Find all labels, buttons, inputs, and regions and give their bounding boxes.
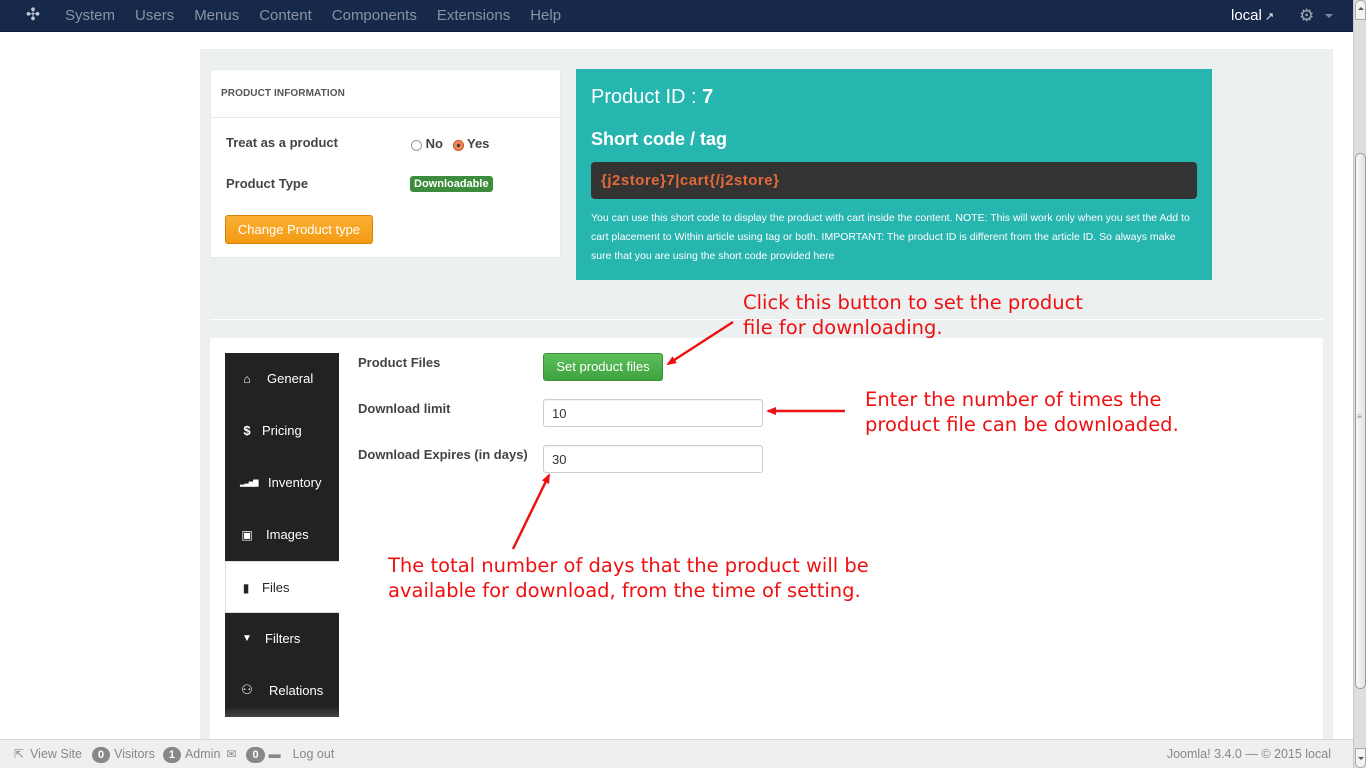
home-icon: ⌂	[243, 372, 251, 386]
product-type-label: Product Type	[226, 176, 309, 191]
main-menu: System Users Menus Content Components Ex…	[55, 0, 571, 32]
tab-label: Relations	[269, 683, 324, 698]
download-expires-input[interactable]	[543, 445, 763, 473]
menu-components[interactable]: Components	[322, 0, 427, 32]
top-navbar: ✣ System Users Menus Content Components …	[0, 0, 1353, 32]
menu-extensions[interactable]: Extensions	[427, 0, 520, 32]
dollar-icon: $	[243, 423, 251, 438]
annotation-line: The total number of days that the produc…	[388, 554, 869, 577]
scroll-down-button[interactable]	[1355, 748, 1366, 768]
mail-icon[interactable]: ✉	[226, 740, 236, 768]
external-link-icon: ↗	[1264, 11, 1275, 23]
tab-label: Inventory	[268, 475, 322, 490]
shortcode-note: You can use this short code to display t…	[591, 212, 1190, 262]
menu-content[interactable]: Content	[249, 0, 322, 32]
tab-files[interactable]: ▮ Files	[225, 561, 339, 613]
minus-icon: ▬	[268, 747, 281, 761]
scroll-thumb[interactable]	[1355, 153, 1366, 689]
tab-filters[interactable]: ▼ Filters	[225, 613, 339, 665]
product-tabs-nav: ⌂ General $ Pricing ▂▃▅▇ Inventory ▣ Ima…	[225, 353, 339, 717]
chevron-down-icon[interactable]	[1325, 14, 1333, 18]
visitors-label: Visitors	[114, 747, 155, 761]
joomla-logo-icon[interactable]: ✣	[24, 6, 42, 24]
menu-menus[interactable]: Menus	[184, 0, 249, 32]
annotation-line: file for downloading.	[743, 316, 943, 339]
annotation-line: Enter the number of times the	[865, 388, 1162, 411]
annotation-line: available for download, from the time of…	[388, 579, 861, 602]
tab-label: Filters	[265, 631, 301, 646]
download-limit-input[interactable]	[543, 399, 763, 427]
download-expires-label: Download Expires (in days)	[358, 447, 528, 462]
radio-no-label: No	[425, 136, 443, 151]
signal-bars-icon: ▂▃▅▇	[240, 480, 259, 487]
menu-users[interactable]: Users	[125, 0, 184, 32]
product-id-heading: Product ID : 7	[591, 86, 713, 109]
view-site-icon: ⇱	[14, 747, 25, 761]
filter-icon: ▼	[242, 633, 252, 644]
set-product-files-button[interactable]: Set product files	[543, 353, 663, 381]
product-files-label: Product Files	[358, 355, 441, 370]
annotation-line: product file can be downloaded.	[865, 413, 1179, 436]
tab-label: Images	[266, 527, 309, 542]
menu-system[interactable]: System	[55, 0, 125, 32]
product-id-value: 7	[702, 86, 714, 108]
menu-help[interactable]: Help	[520, 0, 571, 32]
file-icon: ▮	[242, 581, 250, 595]
download-limit-label: Download limit	[358, 401, 451, 416]
tab-pricing[interactable]: $ Pricing	[225, 405, 339, 457]
product-type-badge: Downloadable	[410, 176, 493, 192]
site-link[interactable]: local ↗	[1231, 0, 1274, 33]
change-product-type-button[interactable]: Change Product type	[225, 215, 373, 244]
tab-images[interactable]: ▣ Images	[225, 509, 339, 561]
tab-label: General	[267, 371, 314, 386]
shortcode-box[interactable]: {j2store}7|cart{/j2store}	[591, 162, 1197, 199]
radio-yes[interactable]	[452, 140, 464, 151]
users-icon: ⚇	[241, 682, 253, 697]
status-bar: ⇱ View Site 0 Visitors 1 Admin ✉ 0 ▬ Log…	[0, 739, 1353, 768]
tab-inventory[interactable]: ▂▃▅▇ Inventory	[225, 457, 339, 509]
site-link-label: local	[1231, 7, 1262, 24]
annotation-download-limit: Enter the number of times the product fi…	[865, 387, 1179, 437]
tab-label: Files	[262, 580, 290, 595]
logout-link[interactable]: Log out	[293, 740, 335, 768]
product-information-panel: PRODUCT INFORMATION Treat as a product N…	[210, 69, 561, 258]
treat-as-product-label: Treat as a product	[226, 135, 338, 150]
image-icon: ▣	[241, 528, 253, 542]
messages-count-badge[interactable]: 0	[246, 746, 265, 763]
view-site-link[interactable]: View Site	[30, 740, 82, 768]
admin-count-badge: 1	[162, 746, 181, 763]
annotation-download-expires: The total number of days that the produc…	[388, 553, 869, 603]
treat-as-product-radio-group: No Yes	[411, 136, 489, 151]
visitors-count-badge: 0	[91, 746, 111, 763]
product-id-label: Product ID :	[591, 86, 703, 108]
tab-label: Pricing	[262, 423, 302, 438]
annotation-line: Click this button to set the product	[743, 291, 1083, 314]
version-info: Joomla! 3.4.0 — © 2015 local	[1166, 747, 1331, 761]
product-id-panel: Product ID : 7 Short code / tag {j2store…	[576, 69, 1212, 280]
tab-relations[interactable]: ⚇ Relations	[225, 665, 339, 717]
shortcode-title: Short code / tag	[591, 129, 728, 149]
panel-header: PRODUCT INFORMATION	[211, 70, 560, 118]
radio-no[interactable]	[411, 140, 422, 151]
admin-label: Admin	[184, 747, 221, 761]
scroll-up-button[interactable]	[1355, 0, 1366, 20]
page-scrollbar[interactable]	[1353, 0, 1366, 768]
tab-general[interactable]: ⌂ General	[225, 353, 339, 405]
radio-yes-label: Yes	[466, 136, 490, 151]
annotation-set-files: Click this button to set the product fil…	[743, 290, 1083, 340]
gear-icon[interactable]: ⚙	[1299, 0, 1314, 32]
